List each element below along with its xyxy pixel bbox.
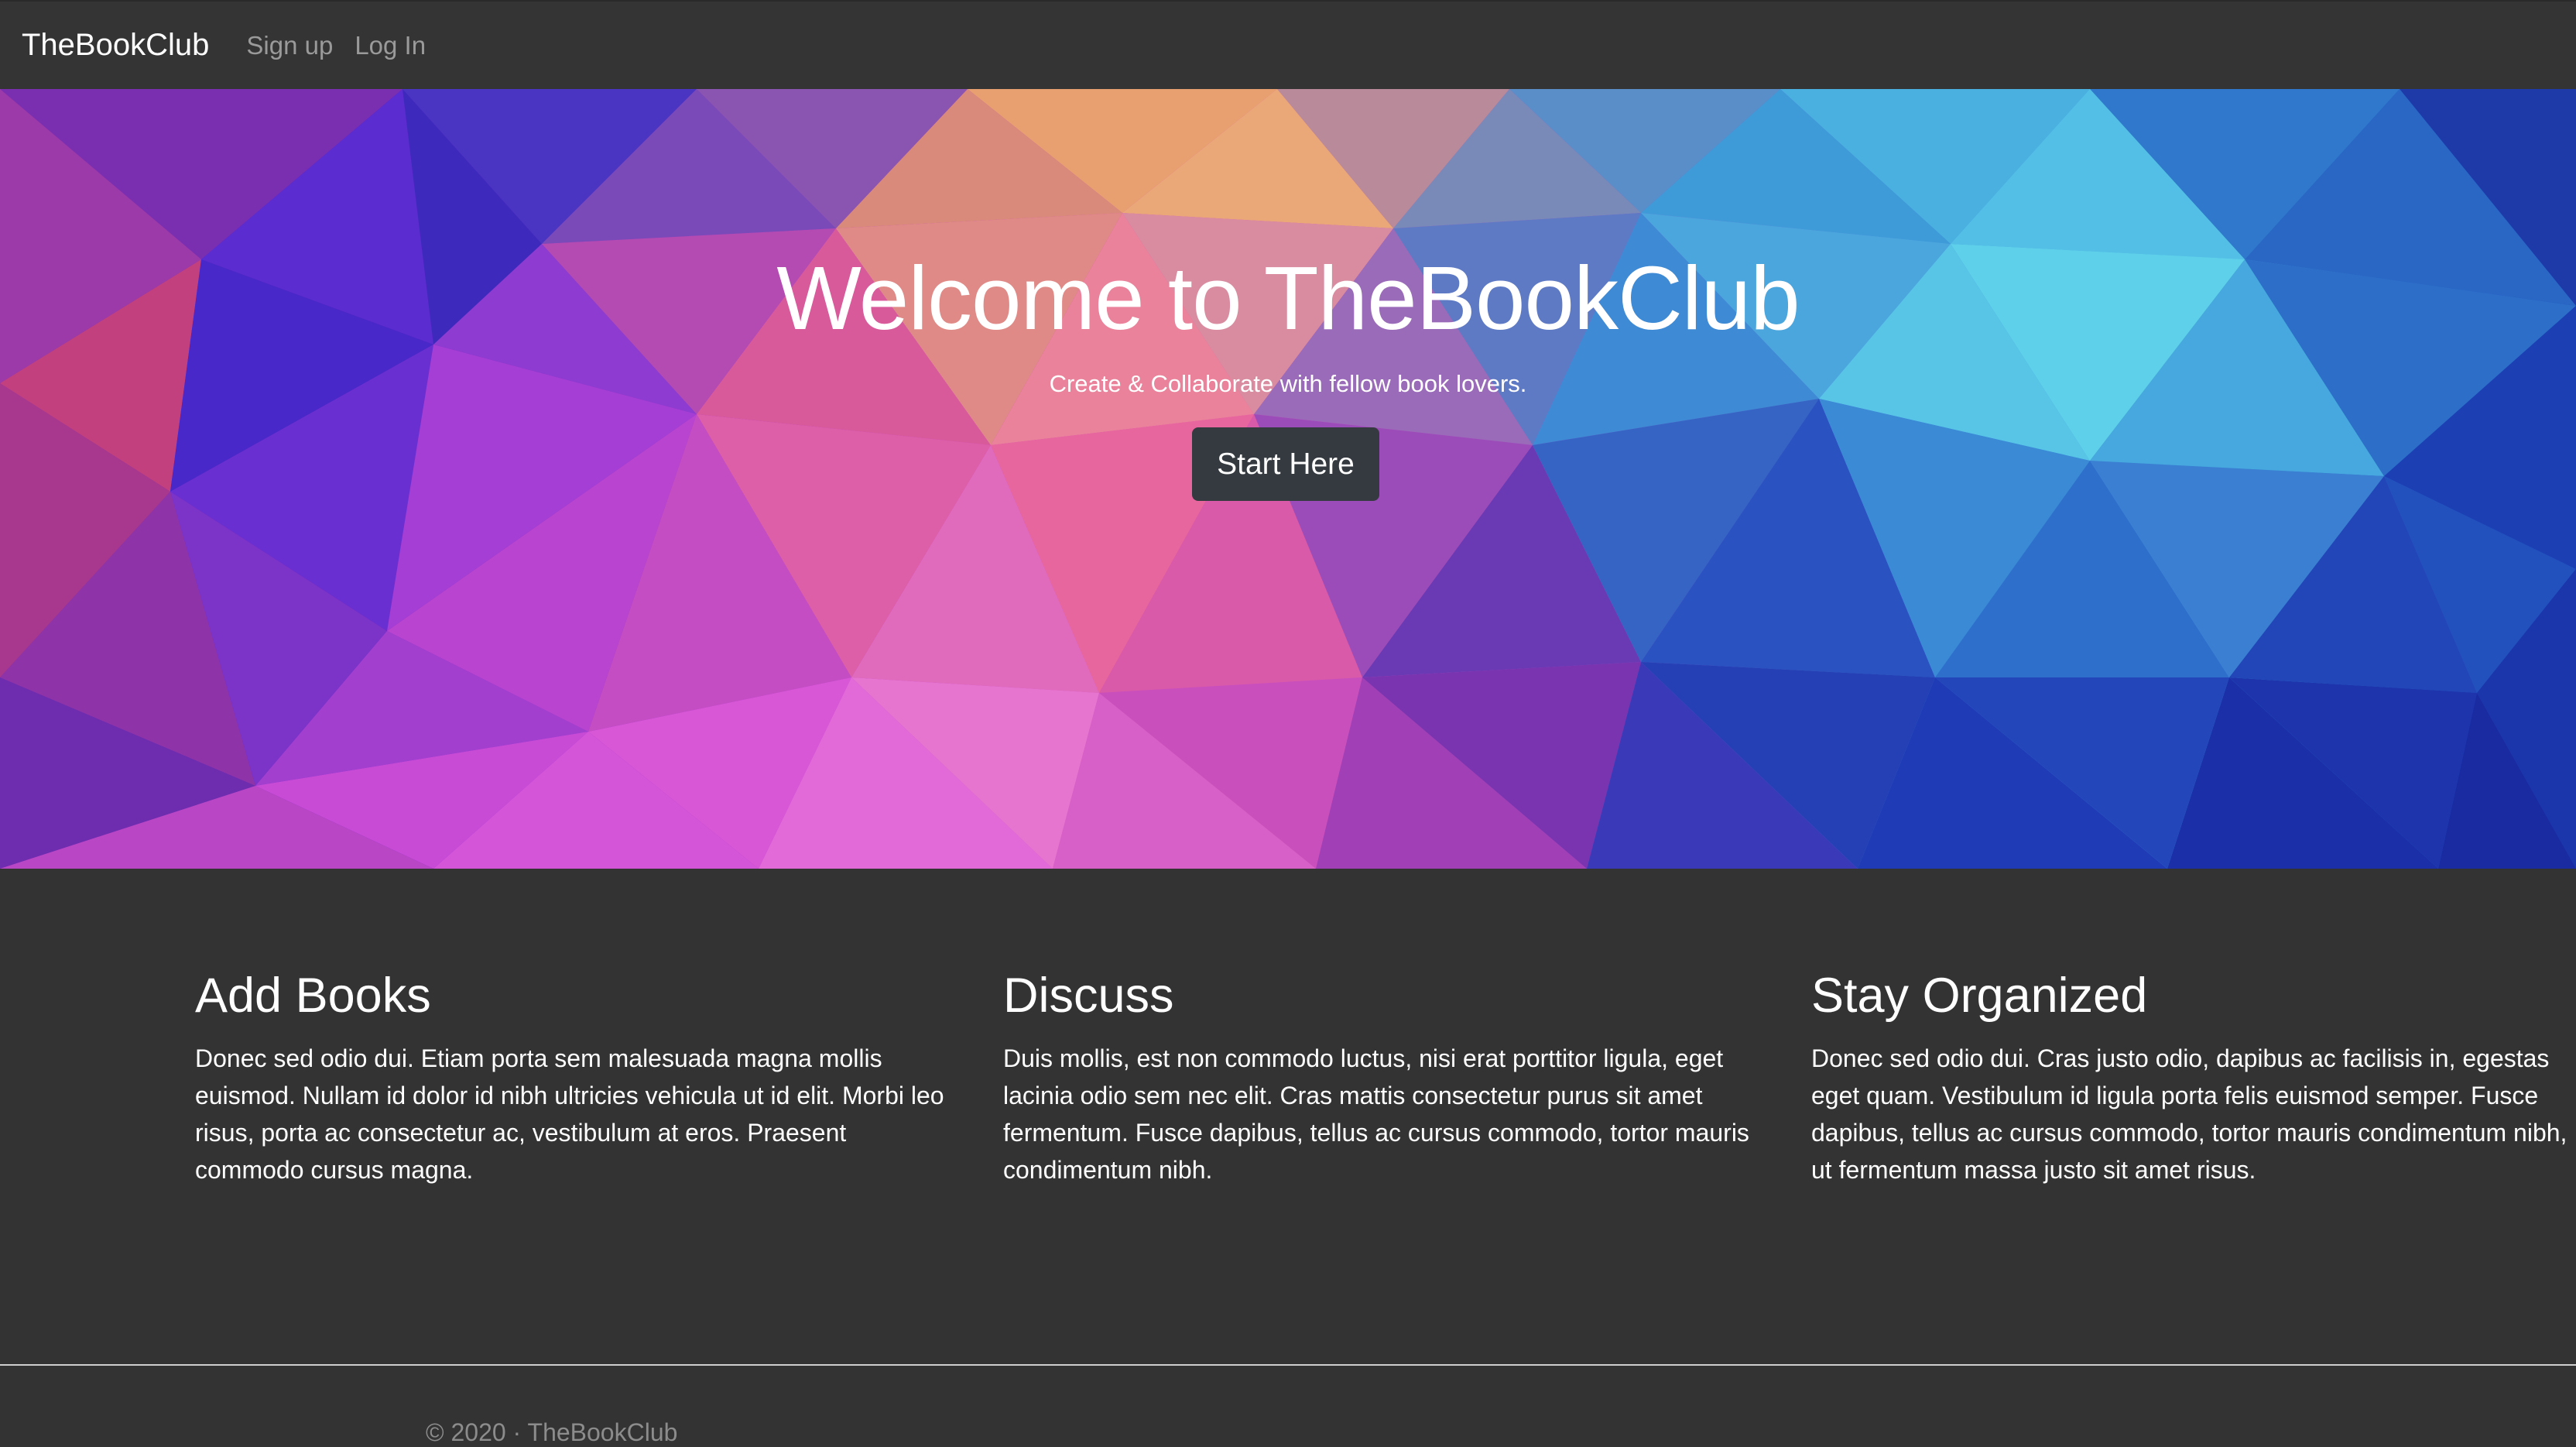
brand-logo-link[interactable]: TheBookClub — [22, 28, 209, 63]
feature-heading: Add Books — [195, 969, 431, 1023]
log-in-link[interactable]: Log In — [355, 31, 426, 60]
features-section: Add Books Donec sed odio dui. Etiam port… — [0, 869, 2576, 1364]
top-navbar: TheBookClub Sign up Log In — [0, 0, 2576, 89]
start-here-button[interactable]: Start Here — [1192, 427, 1379, 501]
hero-subtitle: Create & Collaborate with fellow book lo… — [1049, 370, 1527, 397]
hero-content: Welcome to TheBookClub Create & Collabor… — [0, 89, 2576, 869]
feature-add-books: Add Books Donec sed odio dui. Etiam port… — [195, 969, 961, 1188]
feature-heading: Discuss — [1003, 969, 1174, 1023]
hero-title: Welcome to TheBookClub — [776, 248, 1800, 348]
feature-heading: Stay Organized — [1811, 969, 2148, 1023]
feature-description: Duis mollis, est non commodo luctus, nis… — [1003, 1044, 1749, 1185]
feature-description: Donec sed odio dui. Etiam porta sem male… — [195, 1044, 944, 1185]
page-footer: © 2020 · TheBookClub — [0, 1364, 2576, 1446]
sign-up-link[interactable]: Sign up — [246, 31, 333, 60]
feature-description: Donec sed odio dui. Cras justo odio, dap… — [1811, 1044, 2567, 1185]
hero-banner: Welcome to TheBookClub Create & Collabor… — [0, 89, 2576, 869]
feature-discuss: Discuss Duis mollis, est non commodo luc… — [1003, 969, 1769, 1188]
feature-stay-organized: Stay Organized Donec sed odio dui. Cras … — [1811, 969, 2570, 1188]
